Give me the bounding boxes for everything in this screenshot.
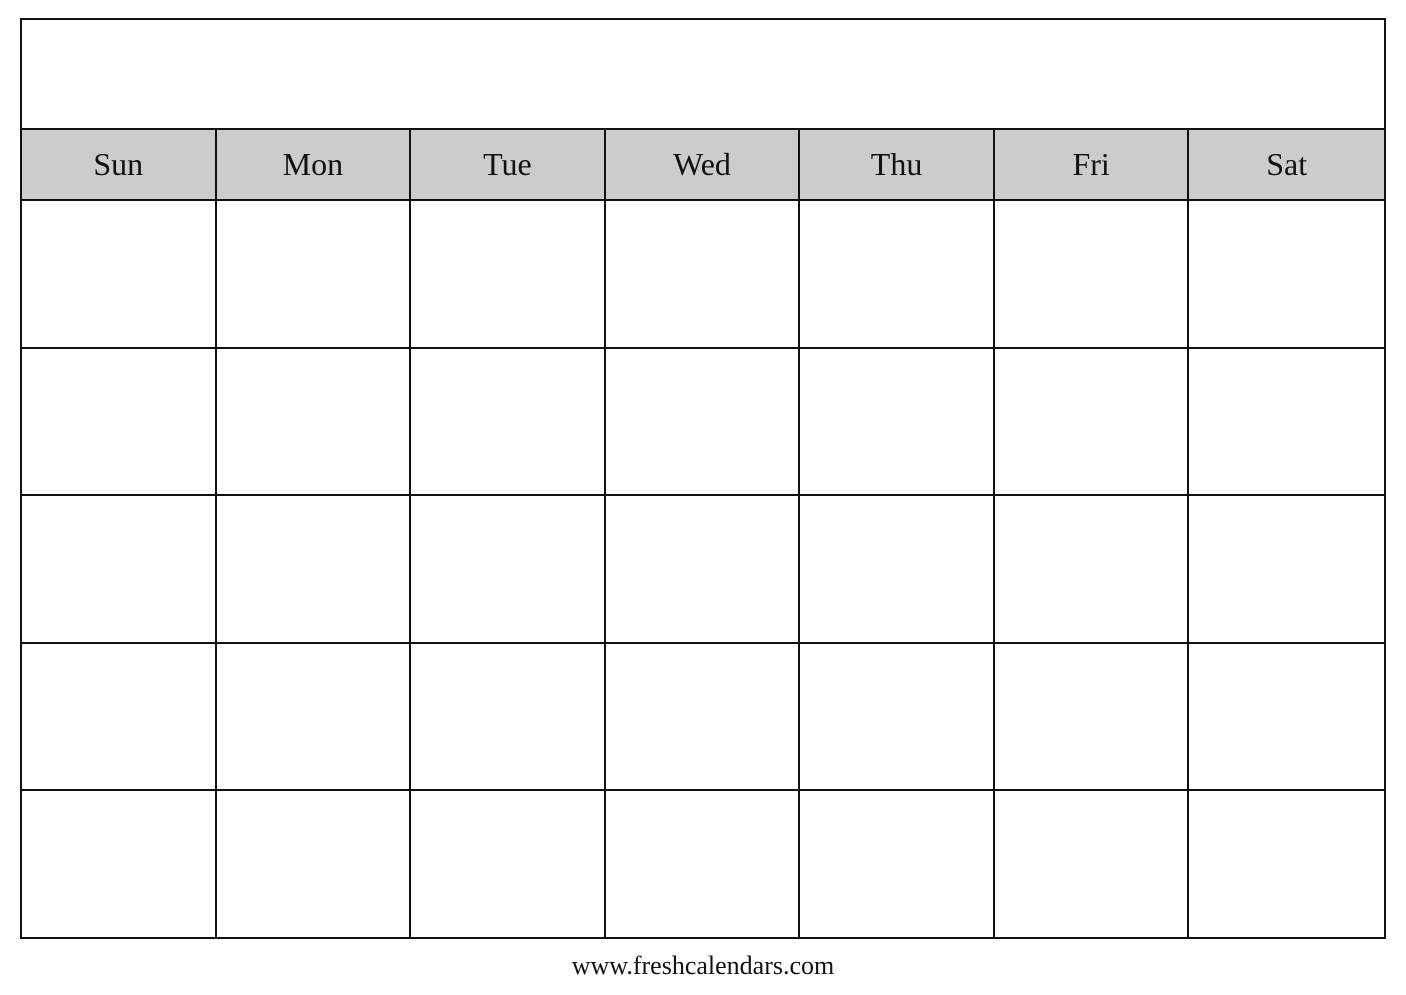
calendar-header: Sun Mon Tue Wed Thu Fri Sat: [22, 130, 1384, 201]
week-row-1: [22, 201, 1384, 349]
calendar-title: [22, 20, 1384, 130]
day-cell: [1189, 496, 1384, 642]
day-cell: [411, 644, 606, 790]
day-cell: [1189, 201, 1384, 347]
day-cell: [411, 791, 606, 937]
day-cell: [22, 349, 217, 495]
day-cell: [217, 644, 412, 790]
header-sun: Sun: [22, 130, 217, 199]
day-cell: [995, 201, 1190, 347]
day-cell: [606, 201, 801, 347]
day-cell: [217, 496, 412, 642]
day-cell: [800, 201, 995, 347]
header-fri: Fri: [995, 130, 1190, 199]
day-cell: [995, 349, 1190, 495]
day-cell: [217, 791, 412, 937]
week-row-5: [22, 791, 1384, 937]
day-cell: [22, 201, 217, 347]
day-cell: [22, 644, 217, 790]
day-cell: [1189, 349, 1384, 495]
header-wed: Wed: [606, 130, 801, 199]
day-cell: [606, 496, 801, 642]
day-cell: [995, 496, 1190, 642]
day-cell: [995, 644, 1190, 790]
day-cell: [22, 791, 217, 937]
day-cell: [411, 349, 606, 495]
day-cell: [411, 496, 606, 642]
header-thu: Thu: [800, 130, 995, 199]
day-cell: [606, 349, 801, 495]
day-cell: [22, 496, 217, 642]
week-row-3: [22, 496, 1384, 644]
day-cell: [217, 201, 412, 347]
day-cell: [1189, 644, 1384, 790]
day-cell: [411, 201, 606, 347]
day-cell: [606, 791, 801, 937]
header-tue: Tue: [411, 130, 606, 199]
calendar: Sun Mon Tue Wed Thu Fri Sat: [20, 18, 1386, 939]
day-cell: [217, 349, 412, 495]
header-sat: Sat: [1189, 130, 1384, 199]
day-cell: [995, 791, 1190, 937]
day-cell: [1189, 791, 1384, 937]
week-row-2: [22, 349, 1384, 497]
week-row-4: [22, 644, 1384, 792]
calendar-footer: www.freshcalendars.com: [572, 939, 835, 985]
day-cell: [800, 644, 995, 790]
calendar-body: [22, 201, 1384, 937]
header-mon: Mon: [217, 130, 412, 199]
day-cell: [606, 644, 801, 790]
day-cell: [800, 496, 995, 642]
day-cell: [800, 349, 995, 495]
day-cell: [800, 791, 995, 937]
